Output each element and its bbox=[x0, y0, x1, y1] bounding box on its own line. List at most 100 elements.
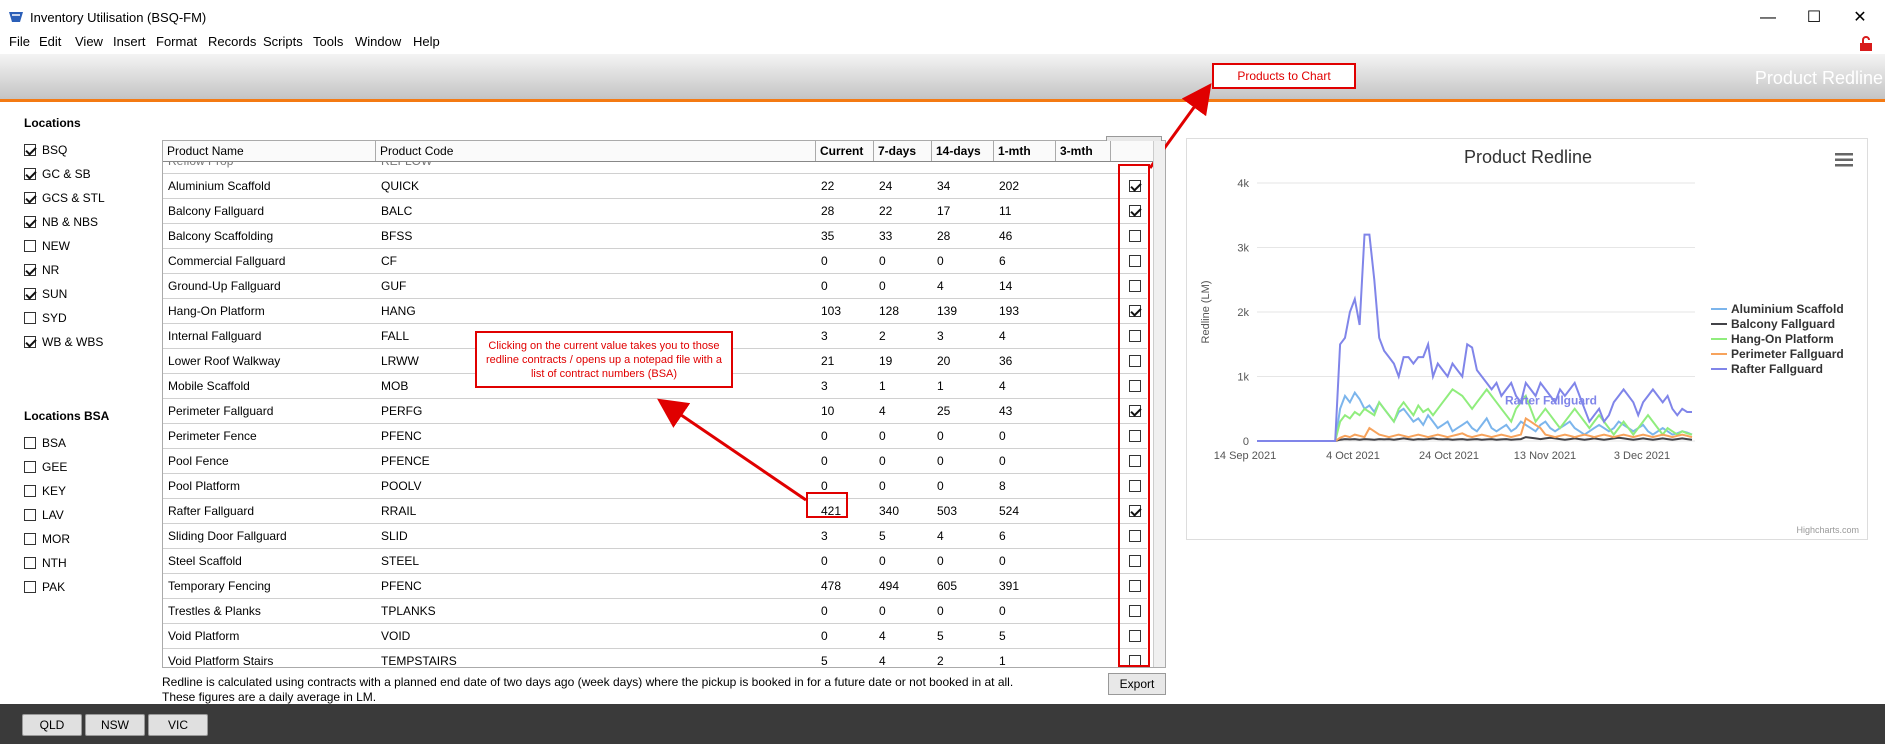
cell-current[interactable]: 103 bbox=[816, 304, 874, 318]
cell-current[interactable]: 5 bbox=[816, 654, 874, 667]
cell-current[interactable]: 0 bbox=[816, 629, 874, 643]
cell-current[interactable]: 3 bbox=[816, 329, 874, 343]
location-checkbox[interactable] bbox=[24, 581, 36, 593]
cell-current[interactable]: 0 bbox=[816, 554, 874, 568]
location-checkbox[interactable] bbox=[24, 192, 36, 204]
cell-product-name: Void Platform Stairs bbox=[168, 654, 274, 668]
cell-current[interactable]: 28 bbox=[816, 204, 874, 218]
unlock-icon[interactable] bbox=[1859, 36, 1873, 52]
maximize-button[interactable]: ☐ bbox=[1791, 6, 1837, 30]
annotation-products-to-chart: Products to Chart bbox=[1212, 63, 1356, 89]
location-option[interactable]: SYD bbox=[24, 306, 105, 330]
location-checkbox[interactable] bbox=[24, 461, 36, 473]
tab-nsw[interactable]: NSW bbox=[85, 714, 145, 736]
table-row: Pool Platform POOLV 0 0 0 8 bbox=[163, 474, 1147, 499]
col-7-days[interactable]: 7-days bbox=[874, 141, 932, 161]
y-tick-label: 0 bbox=[1243, 436, 1249, 448]
location-checkbox[interactable] bbox=[24, 240, 36, 252]
cell-product-name: Rafter Fallguard bbox=[168, 504, 255, 518]
location-option[interactable]: NR bbox=[24, 258, 105, 282]
cell-14-days: 0 bbox=[937, 554, 944, 568]
cell-current[interactable]: 35 bbox=[816, 229, 874, 243]
col-product-code[interactable]: Product Code bbox=[376, 141, 816, 161]
col-1-mth[interactable]: 1-mth bbox=[994, 141, 1056, 161]
menu-help[interactable]: Help bbox=[413, 34, 440, 49]
location-checkbox[interactable] bbox=[24, 336, 36, 348]
bottom-bar: QLD NSW VIC bbox=[0, 704, 1885, 744]
location-option[interactable]: KEY bbox=[24, 479, 109, 503]
location-option[interactable]: LAV bbox=[24, 503, 109, 527]
legend-item[interactable]: Aluminium Scaffold bbox=[1711, 301, 1844, 316]
menu-tools[interactable]: Tools bbox=[313, 34, 343, 49]
cell-current[interactable]: 0 bbox=[816, 254, 874, 268]
cell-current[interactable]: 0 bbox=[816, 429, 874, 443]
location-checkbox[interactable] bbox=[24, 288, 36, 300]
location-option[interactable]: GC & SB bbox=[24, 162, 105, 186]
tab-qld[interactable]: QLD bbox=[22, 714, 82, 736]
legend-item[interactable]: Perimeter Fallguard bbox=[1711, 346, 1844, 361]
menu-records[interactable]: Records bbox=[208, 34, 256, 49]
col-product-name[interactable]: Product Name bbox=[163, 141, 376, 161]
location-label: SYD bbox=[42, 311, 67, 325]
menu-view[interactable]: View bbox=[75, 34, 103, 49]
location-option[interactable]: PAK bbox=[24, 575, 109, 599]
close-button[interactable]: ✕ bbox=[1837, 6, 1883, 30]
col-3-mth[interactable]: 3-mth bbox=[1056, 141, 1111, 161]
menu-format[interactable]: Format bbox=[156, 34, 197, 49]
cell-current[interactable]: 0 bbox=[816, 454, 874, 468]
menu-file[interactable]: File bbox=[9, 34, 30, 49]
legend-item[interactable]: Balcony Fallguard bbox=[1711, 316, 1844, 331]
menu-window[interactable]: Window bbox=[355, 34, 401, 49]
location-checkbox[interactable] bbox=[24, 437, 36, 449]
location-checkbox[interactable] bbox=[24, 144, 36, 156]
location-checkbox[interactable] bbox=[24, 168, 36, 180]
cell-current[interactable]: 22 bbox=[816, 179, 874, 193]
col-current[interactable]: Current bbox=[816, 141, 874, 161]
menu-insert[interactable]: Insert bbox=[113, 34, 146, 49]
minimize-button[interactable]: — bbox=[1745, 6, 1791, 30]
header-title: Product Redline bbox=[1754, 68, 1883, 88]
cell-14-days: 25 bbox=[937, 404, 951, 418]
menu-edit[interactable]: Edit bbox=[39, 34, 61, 49]
location-checkbox[interactable] bbox=[24, 264, 36, 276]
cell-current[interactable]: 0 bbox=[816, 279, 874, 293]
cell-current[interactable]: 478 bbox=[816, 579, 874, 593]
annotation-current-value-highlight bbox=[806, 492, 848, 518]
location-option[interactable]: GCS & STL bbox=[24, 186, 105, 210]
location-option[interactable]: NTH bbox=[24, 551, 109, 575]
cell-product-name: Internal Fallguard bbox=[168, 329, 262, 343]
menu-scripts[interactable]: Scripts bbox=[263, 34, 303, 49]
location-option[interactable]: NB & NBS bbox=[24, 210, 105, 234]
table-scrollbar[interactable] bbox=[1153, 141, 1165, 667]
location-option[interactable]: NEW bbox=[24, 234, 105, 258]
cell-current[interactable]: 0 bbox=[816, 479, 874, 493]
location-option[interactable]: MOR bbox=[24, 527, 109, 551]
location-checkbox[interactable] bbox=[24, 312, 36, 324]
location-checkbox[interactable] bbox=[24, 485, 36, 497]
cell-current[interactable]: 3 bbox=[816, 529, 874, 543]
location-option[interactable]: SUN bbox=[24, 282, 105, 306]
export-button[interactable]: Export bbox=[1108, 673, 1166, 695]
cell-current[interactable]: 10 bbox=[816, 404, 874, 418]
cell-7-days: 0 bbox=[879, 429, 886, 443]
location-checkbox[interactable] bbox=[24, 509, 36, 521]
col-14-days[interactable]: 14-days bbox=[932, 141, 994, 161]
cell-product-name: Pool Platform bbox=[168, 479, 241, 493]
location-label: LAV bbox=[42, 508, 64, 522]
location-option[interactable]: BSA bbox=[24, 431, 109, 455]
location-checkbox[interactable] bbox=[24, 533, 36, 545]
cell-product-name: Balcony Fallguard bbox=[168, 204, 265, 218]
legend-item[interactable]: Hang-On Platform bbox=[1711, 331, 1844, 346]
tab-vic[interactable]: VIC bbox=[148, 714, 208, 736]
cell-current[interactable]: 0 bbox=[816, 604, 874, 618]
location-option[interactable]: GEE bbox=[24, 455, 109, 479]
cell-current[interactable]: 21 bbox=[816, 354, 874, 368]
legend-item[interactable]: Rafter Fallguard bbox=[1711, 361, 1844, 376]
location-checkbox[interactable] bbox=[24, 557, 36, 569]
location-checkbox[interactable] bbox=[24, 216, 36, 228]
cell-14-days: 0 bbox=[937, 429, 944, 443]
cell-7-days: 340 bbox=[879, 504, 900, 518]
location-option[interactable]: BSQ bbox=[24, 138, 105, 162]
location-option[interactable]: WB & WBS bbox=[24, 330, 105, 354]
cell-current[interactable]: 3 bbox=[816, 379, 874, 393]
